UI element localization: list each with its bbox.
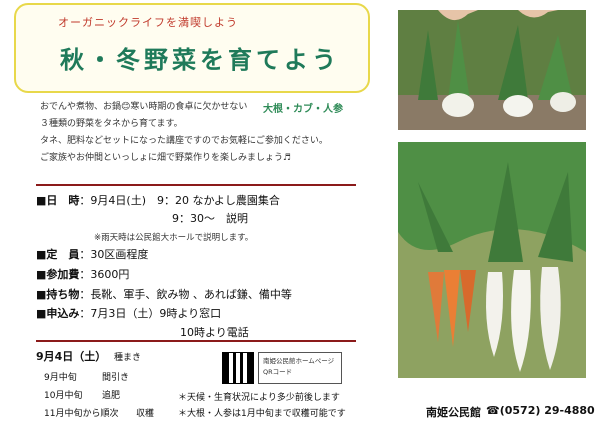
items-value: ：長靴、軍手、飲み物 、あれば鎌、備中等 bbox=[79, 288, 292, 301]
qr-label-box: 南姫公民館ホームページ QRコード bbox=[258, 352, 342, 384]
items-label: ■持ち物 bbox=[36, 288, 80, 301]
apply-value-2: 10時より電話 bbox=[180, 326, 249, 339]
intro-line-3: タネ、肥料などセットになった講座ですのでお気軽にご参加ください。 bbox=[40, 136, 328, 146]
schedule-what: 追肥 bbox=[102, 391, 121, 401]
apply-value: ：7月3日（土）9時より窓口 bbox=[79, 307, 222, 320]
turnip-illustration bbox=[398, 10, 586, 130]
schedule-title-suffix: 種まき bbox=[114, 353, 142, 363]
capacity-label: ■定 員 bbox=[36, 248, 80, 261]
divider bbox=[36, 184, 356, 186]
carrot-daikon-photo bbox=[398, 142, 586, 378]
intro-line-4: ご家族やお仲間といっしょに畑で野菜作りを楽しみましょう♬ bbox=[40, 153, 292, 163]
carrot-daikon-illustration bbox=[398, 142, 586, 378]
page-title: 秋・冬野菜を育てよう bbox=[60, 46, 340, 74]
items-row: ■持ち物：長靴、軍手、飲み物 、あれば鎌、備中等 bbox=[36, 286, 292, 302]
organization-name: 南姫公民館 bbox=[426, 406, 481, 419]
fee-value: ：3600円 bbox=[79, 268, 130, 281]
qr-label-line-2: QRコード bbox=[263, 368, 293, 376]
intro-line-1: おでんや煮物、お鍋😊寒い時期の食卓に欠かせない bbox=[40, 102, 248, 112]
rain-note: ※雨天時は公民館大ホールで説明します。 bbox=[94, 233, 254, 243]
date-value-2: 9：30～ 説明 bbox=[172, 212, 248, 225]
intro-highlight: 大根・カブ・人参 bbox=[263, 104, 343, 115]
fee-label: ■参加費 bbox=[36, 268, 80, 281]
qr-code-icon[interactable] bbox=[222, 352, 254, 384]
fee-row: ■参加費：3600円 bbox=[36, 266, 129, 282]
schedule-title: 9月4日（土） bbox=[36, 350, 107, 363]
divider bbox=[36, 340, 356, 342]
apply-row: ■申込み：7月3日（土）9時より窓口 bbox=[36, 305, 221, 321]
date-value: ：9月4日(土) 9：20 なかよし農園集合 bbox=[79, 194, 280, 207]
capacity-value: ：30区画程度 bbox=[79, 248, 149, 261]
turnip-photo bbox=[398, 10, 586, 130]
date-row: ■日 時：9月4日(土) 9：20 なかよし農園集合 bbox=[36, 192, 280, 208]
schedule-note: ＊天候・生育状況により多少前後します bbox=[178, 393, 340, 403]
schedule-what: 収穫 bbox=[136, 409, 155, 419]
schedule-note: ＊大根・人参は1月中旬まで収穫可能です bbox=[178, 409, 346, 419]
qr-label-line-1: 南姫公民館ホームページ bbox=[263, 357, 335, 365]
schedule-when: 10月中旬 bbox=[44, 391, 83, 401]
capacity-row: ■定 員：30区画程度 bbox=[36, 246, 148, 262]
subtitle: オーガニックライフを満喫しよう bbox=[58, 16, 238, 29]
apply-label: ■申込み bbox=[36, 307, 80, 320]
date-label: ■日 時 bbox=[36, 194, 80, 207]
phone-number: ☎(0572) 29-4880 bbox=[486, 404, 595, 417]
schedule-what: 間引き bbox=[102, 373, 130, 383]
schedule-when: 11月中旬から順次 bbox=[44, 409, 119, 419]
intro-line-2: ３種類の野菜をタネから育てます。 bbox=[40, 119, 183, 129]
schedule-when: 9月中旬 bbox=[44, 373, 77, 383]
